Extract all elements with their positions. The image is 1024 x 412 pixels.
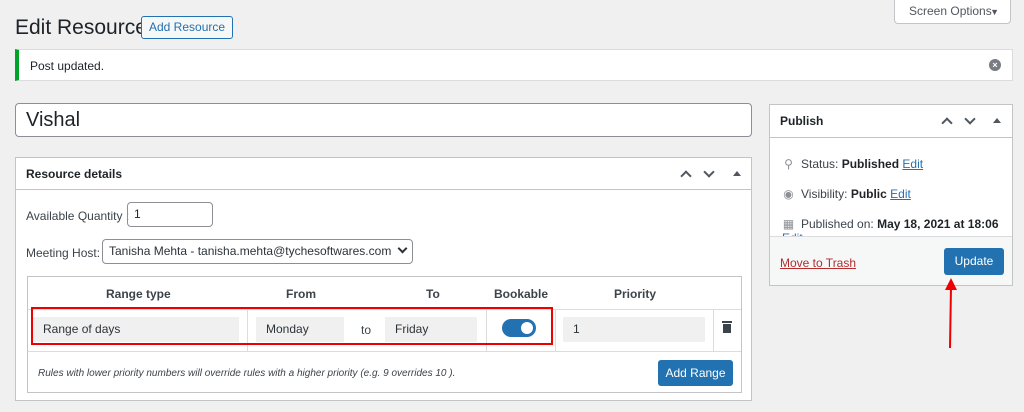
status-value: Published — [841, 157, 900, 171]
status-row: ⚲ Status: Published Edit — [782, 157, 923, 171]
notice-text: Post updated. — [30, 59, 105, 73]
move-down-button[interactable] — [960, 111, 980, 131]
publish-box: Publish ⚲ Status: Published Edit ◉ Visibil… — [769, 104, 1013, 286]
publish-header: Publish — [770, 105, 1012, 138]
col-from: From — [286, 287, 316, 301]
pin-icon: ⚲ — [784, 157, 793, 171]
resource-details-header: Resource details — [16, 158, 751, 190]
chevron-down-icon — [703, 166, 715, 178]
post-title-input[interactable]: Vishal — [15, 103, 752, 137]
publish-title: Publish — [780, 114, 824, 128]
update-notice: Post updated. × — [15, 49, 1013, 81]
move-up-button[interactable] — [676, 164, 696, 184]
col-priority: Priority — [614, 287, 657, 301]
screen-options-button[interactable]: Screen Options ▼ — [894, 0, 1011, 24]
annotation-highlight-box — [31, 307, 553, 345]
edit-visibility-link[interactable]: Edit — [890, 187, 911, 201]
col-to: To — [426, 287, 440, 301]
collapse-arrow-icon — [993, 118, 1001, 123]
edit-status-link[interactable]: Edit — [902, 157, 923, 171]
col-range-type: Range type — [106, 287, 171, 301]
screen-options-label: Screen Options — [909, 4, 992, 18]
col-bookable: Bookable — [494, 287, 549, 301]
chevron-up-icon — [941, 117, 953, 129]
resource-details-box: Resource details Available Quantity : 1 … — [15, 157, 752, 401]
move-down-button[interactable] — [699, 164, 719, 184]
chevron-down-icon — [397, 243, 408, 254]
visibility-row: ◉ Visibility: Public Edit — [782, 187, 911, 201]
visibility-label: Visibility: — [801, 187, 848, 201]
page-title: Edit Resource — [15, 16, 147, 39]
move-to-trash-link[interactable]: Move to Trash — [780, 256, 856, 270]
meeting-host-value: Tanisha Mehta - tanisha.mehta@tychesoftw… — [109, 244, 392, 258]
trash-icon[interactable] — [722, 321, 732, 333]
dismiss-icon[interactable]: × — [989, 59, 1001, 71]
eye-icon: ◉ — [783, 187, 794, 201]
published-label: Published on: — [801, 217, 874, 231]
priority-note: Rules with lower priority numbers will o… — [38, 368, 456, 379]
resource-details-title: Resource details — [26, 167, 123, 181]
meeting-host-select[interactable]: Tanisha Mehta - tanisha.mehta@tychesoftw… — [102, 239, 413, 264]
publish-actions: Move to Trash Update — [770, 236, 1012, 285]
calendar-icon: ▦ — [782, 217, 795, 231]
update-button[interactable]: Update — [944, 248, 1004, 275]
visibility-value: Public — [850, 187, 887, 201]
collapse-arrow-icon — [733, 171, 741, 176]
quantity-input[interactable]: 1 — [127, 202, 213, 227]
caret-down-icon: ▼ — [990, 7, 999, 17]
meeting-host-label: Meeting Host: — [26, 246, 101, 260]
annotation-arrow — [945, 278, 957, 349]
toggle-panel-button[interactable] — [986, 111, 1006, 131]
add-range-button[interactable]: Add Range — [658, 360, 733, 386]
move-up-button[interactable] — [937, 111, 957, 131]
chevron-down-icon — [964, 113, 976, 125]
add-resource-button[interactable]: Add Resource — [141, 16, 234, 39]
availability-range-table: Range type From To Bookable Priority Ran… — [27, 276, 742, 393]
quantity-label: Available Quantity : — [26, 209, 130, 223]
published-value: May 18, 2021 at 18:06 — [877, 217, 999, 231]
chevron-up-icon — [680, 170, 692, 182]
priority-input[interactable]: 1 — [563, 317, 705, 342]
status-label: Status: — [801, 157, 839, 171]
toggle-panel-button[interactable] — [726, 164, 746, 184]
